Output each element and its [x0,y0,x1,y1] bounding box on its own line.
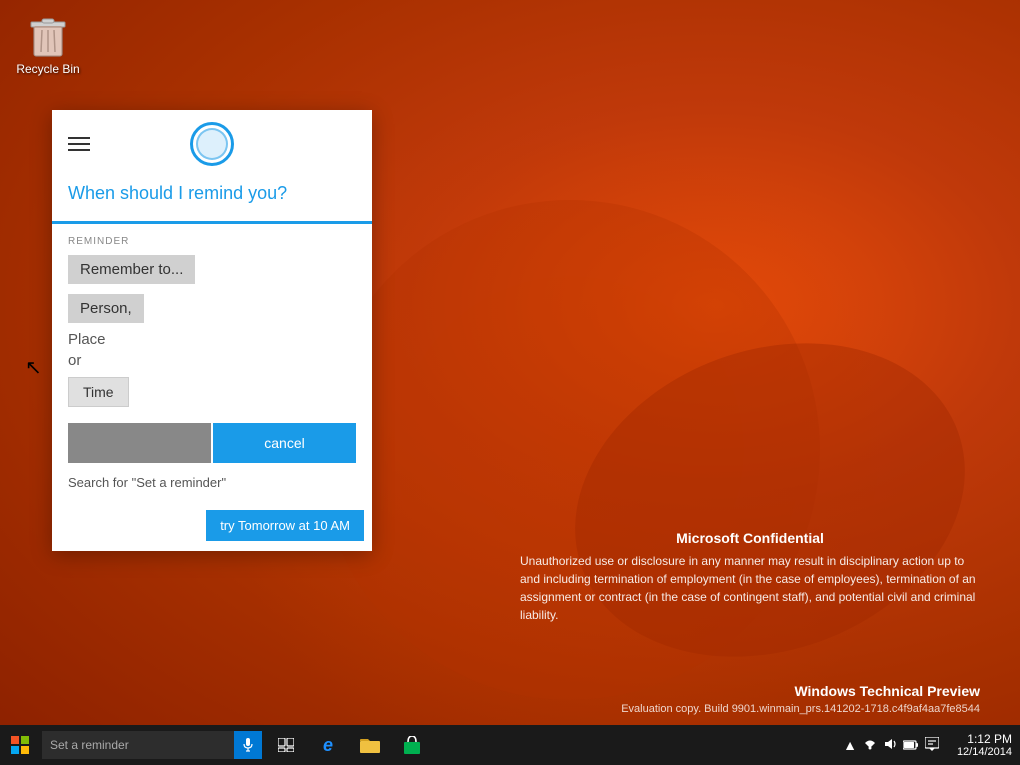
clock-date: 12/14/2014 [957,746,1012,758]
taskbar: e ▲ [0,725,1020,765]
battery-icon [903,740,919,750]
cortana-header [52,110,372,174]
desktop: Recycle Bin When should I remind you? RE… [0,0,1020,765]
task-view-icon [278,738,294,752]
volume-icon [883,738,897,750]
tray-volume-icon[interactable] [883,737,897,753]
task-view-button[interactable] [266,725,306,765]
cortana-actions: cancel [68,423,356,463]
taskbar-items: e [266,725,432,765]
clock-time: 1:12 PM [967,732,1012,746]
cortana-title-area: When should I remind you? [52,174,372,224]
cortana-question: When should I remind you? [68,182,356,205]
confidential-box: Microsoft Confidential Unauthorized use … [520,530,980,624]
network-icon [863,738,877,750]
or-text: or [68,352,356,369]
mic-icon [242,738,254,752]
cortana-body: REMINDER Remember to... Person, Place or… [52,224,372,510]
windows-logo-icon [11,736,29,754]
search-input[interactable] [42,731,234,759]
mic-button[interactable] [234,731,262,759]
taskbar-right: ▲ [835,725,1020,765]
ie-icon: e [323,735,333,756]
clock[interactable]: 1:12 PM 12/14/2014 [949,732,1020,758]
ie-button[interactable]: e [308,725,348,765]
tray-arrow-icon[interactable]: ▲ [843,737,857,753]
remember-chip[interactable]: Remember to... [68,255,195,284]
time-chip[interactable]: Time [68,377,129,407]
confidential-title: Microsoft Confidential [520,530,980,546]
action-center-icon [925,737,939,751]
person-chip[interactable]: Person, [68,294,144,323]
confidential-body: Unauthorized use or disclosure in any ma… [520,552,980,624]
tray-battery-icon[interactable] [903,737,919,753]
windows-preview-build: Evaluation copy. Build 9901.winmain_prs.… [621,703,980,715]
recycle-bin-label: Recycle Bin [16,62,79,76]
recycle-bin-icon[interactable]: Recycle Bin [10,10,86,76]
tray-action-center-icon[interactable] [925,737,939,754]
confirm-button[interactable] [68,423,211,463]
start-button[interactable] [0,725,40,765]
recycle-bin-svg [24,10,72,58]
tray-network-icon[interactable] [863,737,877,753]
cortana-suggestion[interactable]: try Tomorrow at 10 AM [206,510,364,541]
search-link[interactable]: Search for "Set a reminder" [68,475,356,490]
cortana-panel: When should I remind you? REMINDER Remem… [52,110,372,551]
explorer-icon [360,737,380,753]
windows-preview: Windows Technical Preview Evaluation cop… [621,683,980,715]
system-tray: ▲ [835,737,947,754]
place-text: Place [68,331,356,348]
store-button[interactable] [392,725,432,765]
cortana-logo [190,122,234,166]
reminder-label: REMINDER [68,236,356,247]
explorer-button[interactable] [350,725,390,765]
hamburger-menu-icon[interactable] [68,137,90,151]
store-icon [404,736,420,754]
cancel-button[interactable]: cancel [213,423,356,463]
mouse-cursor: ↖ [25,355,42,380]
windows-preview-title: Windows Technical Preview [621,683,980,699]
search-bar[interactable] [42,731,262,759]
